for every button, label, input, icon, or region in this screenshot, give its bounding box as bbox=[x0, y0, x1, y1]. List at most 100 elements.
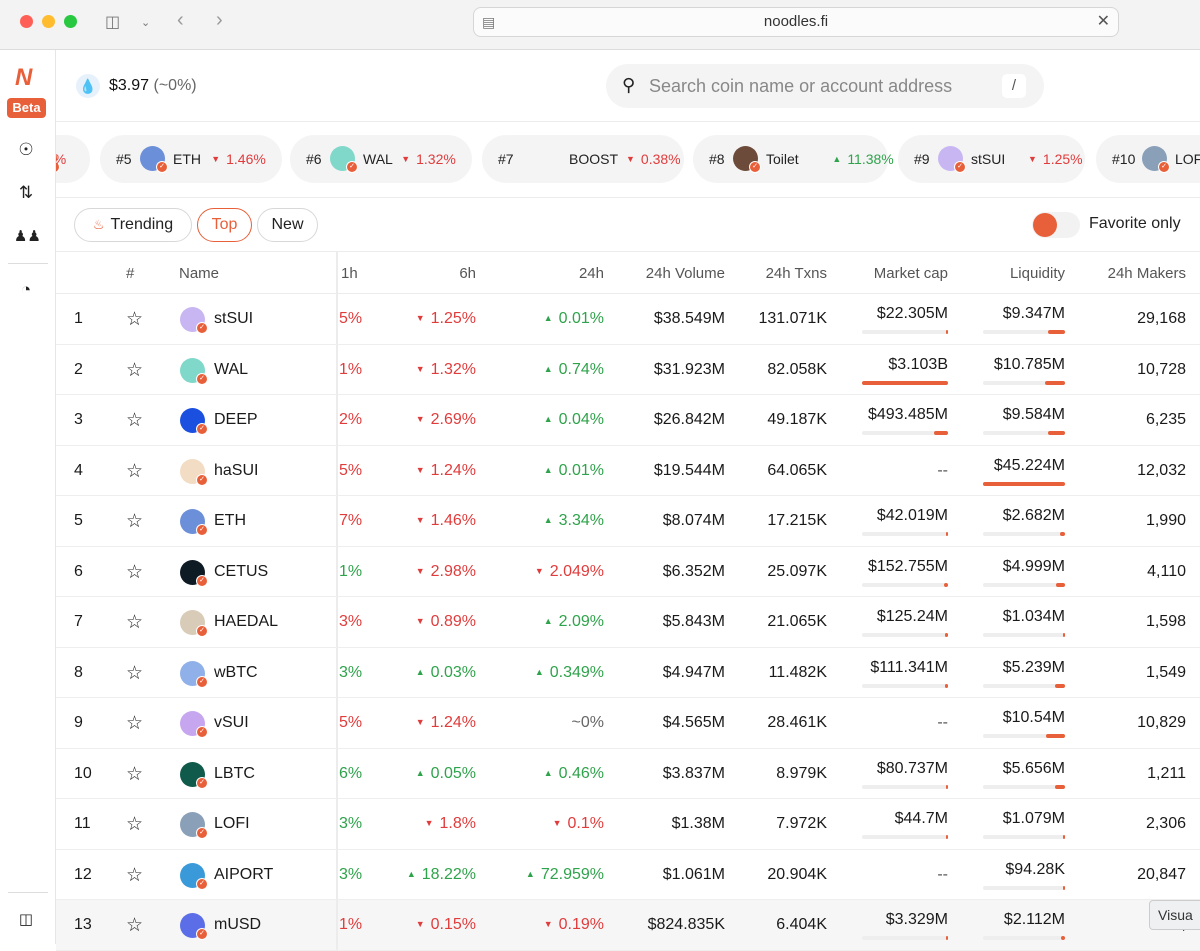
liquidity-bar-fill bbox=[1055, 683, 1065, 688]
chevron-down-icon[interactable]: ⌄ bbox=[141, 16, 150, 29]
token-name[interactable]: stSUI bbox=[214, 310, 253, 328]
column-rank[interactable]: # bbox=[126, 265, 134, 282]
favorite-star-icon[interactable]: ☆ bbox=[126, 864, 143, 887]
favorite-star-icon[interactable]: ☆ bbox=[126, 611, 143, 634]
clear-icon[interactable]: ✕ bbox=[1097, 8, 1110, 36]
table-row[interactable]: 8 ☆ ✓ wBTC 3% ▲ 0.03% ▲ 0.349% $4.947M 11.482K $111… bbox=[56, 647, 1200, 698]
ticker-pill[interactable]: #7 BOOST ▼ 0.38% bbox=[482, 135, 684, 183]
up-arrow-icon: ▲ bbox=[406, 868, 416, 879]
token-name[interactable]: LOFI bbox=[214, 815, 250, 833]
address-bar[interactable]: ▤ noodles.fi ✕ bbox=[473, 7, 1119, 37]
table-row[interactable]: 11 ☆ ✓ LOFI 3% ▼ 1.8% ▼ 0.1% $1.38M 7.972K $44.7M $1… bbox=[56, 799, 1200, 850]
page-menu-icon[interactable]: ▤ bbox=[482, 8, 495, 36]
search-input[interactable] bbox=[649, 73, 989, 99]
makers-24h: 1,549 bbox=[1145, 663, 1186, 681]
favorite-star-icon[interactable]: ☆ bbox=[126, 763, 143, 786]
ticker-change-wrap: ▼ 0.38% bbox=[626, 151, 681, 167]
token-name[interactable]: DEEP bbox=[214, 411, 258, 429]
close-window-button[interactable] bbox=[20, 15, 33, 28]
favorite-only-toggle[interactable] bbox=[1032, 212, 1080, 238]
table-row[interactable]: 4 ☆ ✓ haSUI 5% ▼ 1.24% ▲ 0.01% $19.544M 64.065K -- $… bbox=[56, 445, 1200, 496]
table-row[interactable]: 3 ☆ ✓ DEEP 2% ▼ 2.69% ▲ 0.04% $26.842M 49.187K $493… bbox=[56, 395, 1200, 446]
sui-price-value: $3.97 bbox=[109, 77, 150, 94]
down-arrow-icon: ▼ bbox=[552, 818, 562, 828]
search-bar[interactable]: ⚲ / bbox=[606, 64, 1044, 108]
table-row[interactable]: 13 ☆ ✓ mUSD 1% ▼ 0.15% ▼ 0.19% $824.835K 6.404K $3.… bbox=[56, 900, 1200, 951]
favorite-star-icon[interactable]: ☆ bbox=[126, 359, 143, 382]
favorite-star-icon[interactable]: ☆ bbox=[126, 561, 143, 584]
down-arrow-icon: ▼ bbox=[415, 464, 425, 475]
favorite-star-icon[interactable]: ☆ bbox=[126, 914, 143, 937]
favorite-star-icon[interactable]: ☆ bbox=[126, 308, 143, 331]
ticker-pill[interactable]: #9 ✓ stSUI ▼ 1.25% bbox=[898, 135, 1085, 183]
pie-chart-icon[interactable]: ◔ bbox=[14, 278, 38, 302]
token-name[interactable]: CETUS bbox=[214, 563, 268, 581]
column-24h-txns[interactable]: 24h Txns bbox=[737, 265, 827, 282]
favorite-star-icon[interactable]: ☆ bbox=[126, 409, 143, 432]
column-24h[interactable]: 24h bbox=[534, 265, 604, 282]
token-name[interactable]: LBTC bbox=[214, 765, 255, 783]
ticker-pill[interactable]: #10 ✓ LOF bbox=[1096, 135, 1200, 183]
token-name[interactable]: wBTC bbox=[214, 664, 258, 682]
market-cap-bar bbox=[862, 330, 948, 334]
ticker-change-wrap: ▼ 1.32% bbox=[401, 151, 456, 167]
row-rank: 5 bbox=[74, 512, 83, 529]
noodles-logo[interactable]: N bbox=[15, 64, 32, 92]
ticker-pill[interactable]: #6 ✓ WAL ▼ 1.32% bbox=[290, 135, 472, 183]
table-row[interactable]: 7 ☆ ✓ HAEDAL 3% ▼ 0.89% ▲ 2.09% $5.843M 21.065K $12… bbox=[56, 597, 1200, 648]
token-name[interactable]: haSUI bbox=[214, 462, 258, 480]
sidebar-toggle-icon[interactable]: ◫ bbox=[105, 12, 120, 32]
liquidity-bar-fill bbox=[1060, 532, 1065, 536]
token-name[interactable]: vSUI bbox=[214, 714, 249, 732]
users-icon[interactable]: ♟♟ bbox=[14, 225, 41, 249]
market-cap: $22.305M bbox=[876, 305, 948, 322]
market-cap: $493.485M bbox=[867, 406, 948, 423]
token-name[interactable]: mUSD bbox=[214, 916, 261, 934]
zoom-window-button[interactable] bbox=[64, 15, 77, 28]
back-icon[interactable]: ‹ bbox=[177, 9, 184, 32]
compass-icon[interactable]: ☉ bbox=[14, 138, 38, 162]
panel-toggle-icon[interactable]: ◫ bbox=[14, 908, 38, 932]
column-6h[interactable]: 6h bbox=[406, 265, 476, 282]
ticker-pill[interactable]: ✓1% bbox=[56, 135, 90, 183]
market-cap-bar bbox=[862, 683, 948, 688]
table-row[interactable]: 6 ☆ ✓ CETUS 1% ▼ 2.98% ▼ 2.049% $6.352M 25.097K $15… bbox=[56, 546, 1200, 597]
trending-filter-button[interactable]: ♨ Trending bbox=[74, 208, 192, 242]
table-row[interactable]: 5 ☆ ✓ ETH 7% ▼ 1.46% ▲ 3.34% $8.074M 17.215K $42.01… bbox=[56, 496, 1200, 547]
token-name[interactable]: ETH bbox=[214, 512, 246, 530]
sidebar: N Beta ☉ ⇅ ♟♟ ◔ ◫ bbox=[0, 50, 56, 944]
table-row[interactable]: 10 ☆ ✓ LBTC 6% ▲ 0.05% ▲ 0.46% $3.837M 8.979K $80.7… bbox=[56, 748, 1200, 799]
column-liquidity[interactable]: Liquidity bbox=[966, 265, 1065, 282]
favorite-star-icon[interactable]: ☆ bbox=[126, 813, 143, 836]
ticker-pill[interactable]: #8 ✓ Toilet ▲ 11.38% bbox=[693, 135, 894, 183]
token-name[interactable]: WAL bbox=[214, 361, 248, 379]
forward-icon[interactable]: › bbox=[216, 9, 223, 32]
favorite-star-icon[interactable]: ☆ bbox=[126, 460, 143, 483]
favorite-star-icon[interactable]: ☆ bbox=[126, 662, 143, 685]
down-arrow-icon: ▼ bbox=[415, 414, 425, 424]
table-row[interactable]: 12 ☆ ✓ AIPORT 3% ▲ 18.22% ▲ 72.959% $1.061M 20.904… bbox=[56, 849, 1200, 900]
new-filter-button[interactable]: New bbox=[257, 208, 318, 242]
swap-icon[interactable]: ⇅ bbox=[14, 181, 38, 205]
column-24h-volume[interactable]: 24h Volume bbox=[625, 265, 725, 282]
up-arrow-icon: ▲ bbox=[543, 515, 553, 525]
verified-badge-icon: ✓ bbox=[196, 625, 208, 637]
table-row[interactable]: 1 ☆ ✓ stSUI 5% ▼ 1.25% ▲ 0.01% $38.549M 131.071K $2… bbox=[56, 294, 1200, 345]
table-row[interactable]: 2 ☆ ✓ WAL 1% ▼ 1.32% ▲ 0.74% $31.923M 82.058K $3.10… bbox=[56, 344, 1200, 395]
minimize-window-button[interactable] bbox=[42, 15, 55, 28]
txns-24h: 82.058K bbox=[767, 360, 827, 378]
column-name[interactable]: Name bbox=[179, 265, 219, 282]
row-rank: 12 bbox=[74, 865, 92, 883]
table-row[interactable]: 9 ☆ ✓ vSUI 5% ▼ 1.24% ~0% $4.565M 28.461K -- $10.54… bbox=[56, 698, 1200, 749]
market-cap: $125.24M bbox=[876, 608, 948, 625]
token-name[interactable]: HAEDAL bbox=[214, 613, 278, 631]
column-market-cap[interactable]: Market cap bbox=[846, 265, 948, 282]
top-filter-button[interactable]: Top bbox=[197, 208, 252, 242]
ticker-pill[interactable]: #5 ✓ ETH ▼ 1.46% bbox=[100, 135, 282, 183]
favorite-star-icon[interactable]: ☆ bbox=[126, 712, 143, 735]
favorite-star-icon[interactable]: ☆ bbox=[126, 510, 143, 533]
column-24h-makers[interactable]: 24h Makers bbox=[1076, 265, 1186, 282]
token-name[interactable]: AIPORT bbox=[214, 866, 273, 884]
column-1h[interactable]: 1h bbox=[341, 265, 358, 282]
liquidity: $9.347M bbox=[1002, 305, 1065, 322]
